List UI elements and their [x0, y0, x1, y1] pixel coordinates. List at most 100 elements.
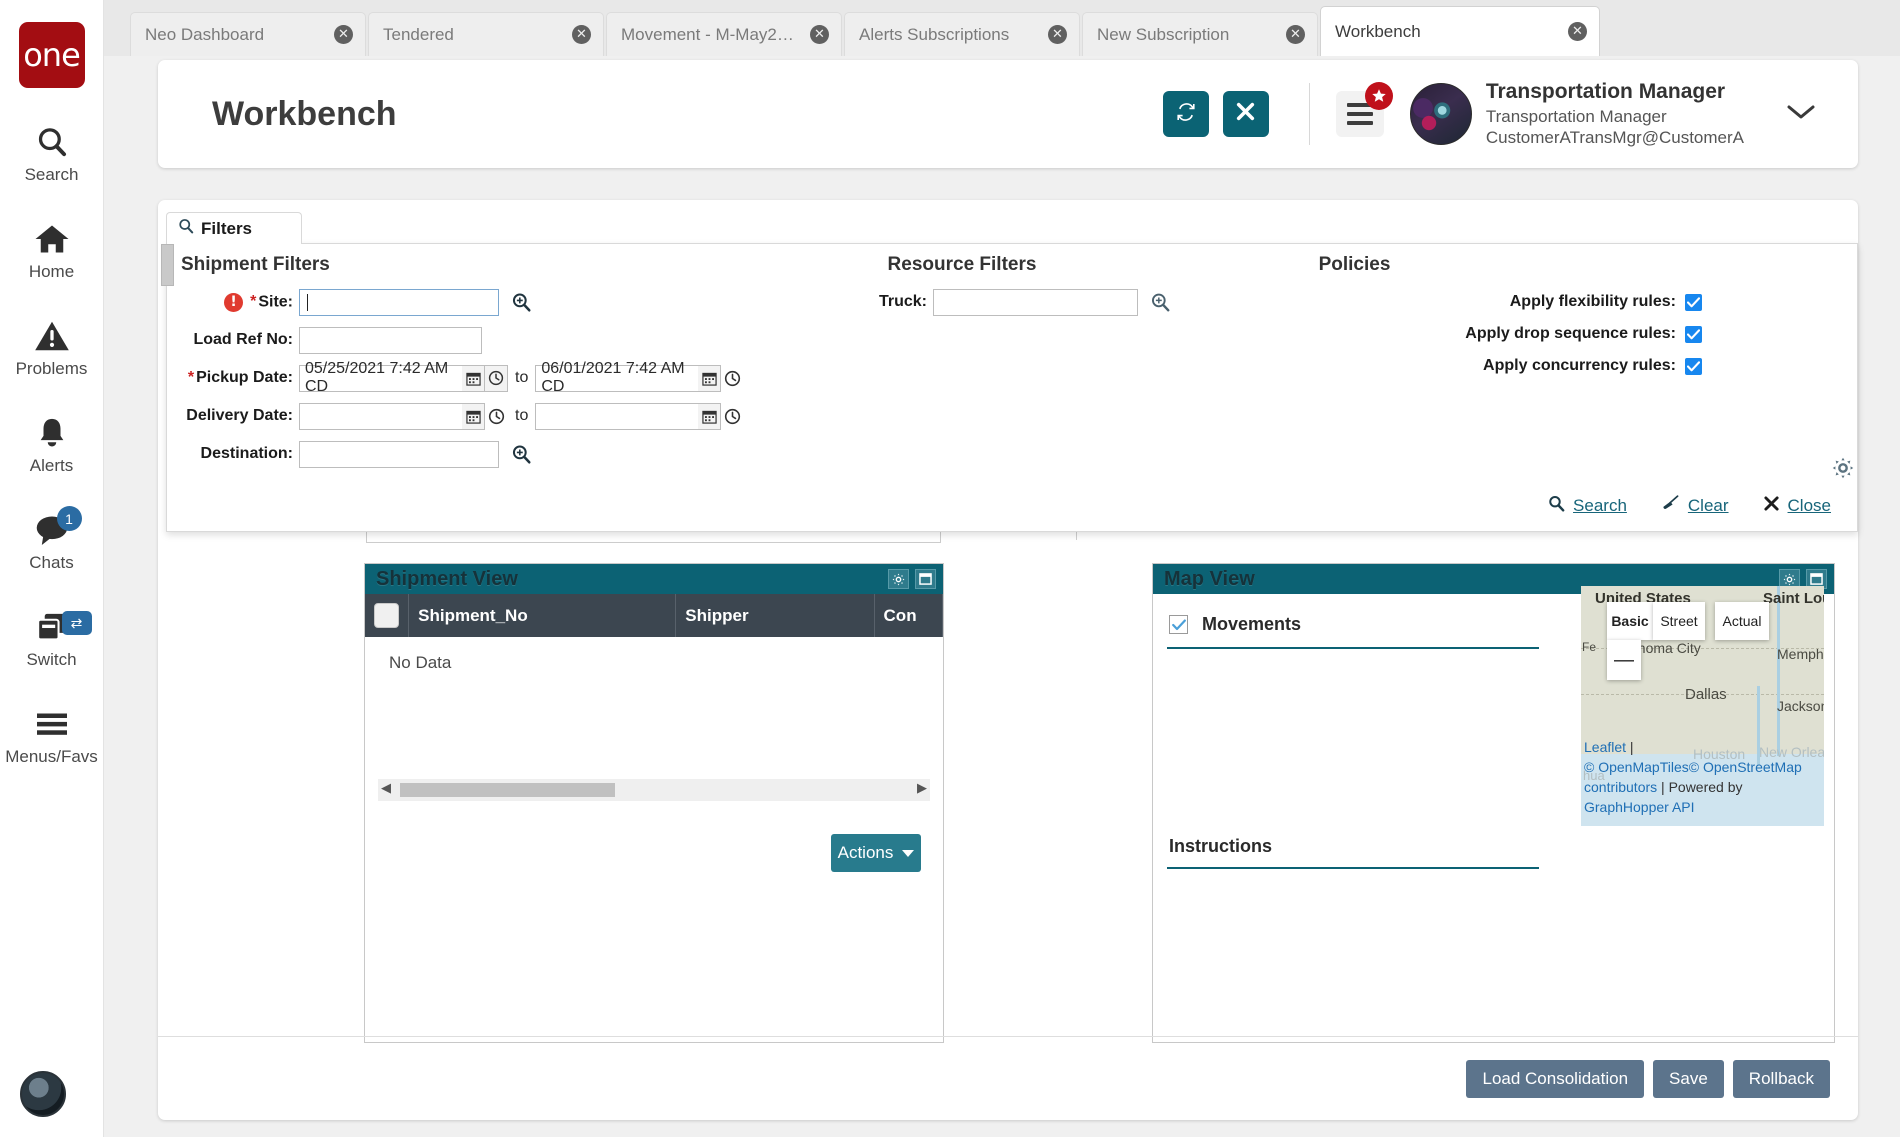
resource-filters-section: Resource Filters Truck:	[827, 254, 1217, 324]
filters-tab[interactable]: Filters	[166, 212, 302, 244]
close-page-button[interactable]	[1222, 91, 1269, 137]
gear-icon[interactable]	[888, 569, 909, 589]
calendar-icon[interactable]	[462, 364, 485, 392]
chats-badge: 1	[56, 506, 82, 531]
save-button[interactable]: Save	[1653, 1059, 1724, 1098]
map-attribution: Leaflet | © OpenMapTiles© OpenStreetMap …	[1581, 736, 1824, 826]
sidebar-item-search[interactable]: Search	[0, 122, 104, 185]
site-lookup-button[interactable]	[509, 290, 533, 314]
avatar[interactable]	[1409, 83, 1472, 145]
calendar-icon[interactable]	[462, 402, 485, 430]
user-menu-button[interactable]	[1770, 83, 1832, 145]
filter-search-link[interactable]: Search	[1548, 495, 1627, 517]
map-canvas[interactable]: United States Saint Loui Fe Oklahoma Cit…	[1581, 586, 1824, 826]
one-logo[interactable]: one	[18, 22, 85, 88]
load-ref-input[interactable]	[299, 326, 482, 354]
rollback-button[interactable]: Rollback	[1732, 1059, 1830, 1098]
left-nav-rail: one Search Home Problems Alerts 1 Chats …	[0, 0, 104, 1137]
tab-label: New Subscription	[1097, 24, 1230, 44]
filters-overlay: Filters Shipment Filters ! * Site: Load …	[161, 212, 1858, 532]
panel-settings-gear[interactable]	[1832, 457, 1854, 479]
close-icon[interactable]: ✕	[1286, 25, 1305, 44]
delivery-date-from-input[interactable]	[299, 402, 462, 430]
map-layer-street[interactable]: Street	[1653, 602, 1705, 640]
scroll-left-arrow[interactable]: ◀	[381, 781, 391, 796]
close-icon[interactable]: ✕	[572, 25, 591, 44]
map-zoom-out-button[interactable]: —	[1607, 640, 1641, 680]
tab-workbench[interactable]: Workbench ✕	[1320, 6, 1600, 56]
tab-alerts-subscriptions[interactable]: Alerts Subscriptions ✕	[844, 12, 1080, 56]
column-header-consignee[interactable]: Con	[875, 594, 943, 637]
movements-checkbox[interactable]	[1169, 615, 1188, 634]
apply-concurrency-rules-checkbox[interactable]	[1685, 357, 1702, 375]
footer-actions: Load Consolidation Save Rollback	[158, 1036, 1858, 1120]
column-header-shipper[interactable]: Shipper	[676, 594, 875, 637]
layer-label: Street	[1660, 613, 1698, 629]
rail-avatar[interactable]	[20, 1071, 66, 1117]
load-ref-row: Load Ref No:	[181, 324, 831, 356]
sidebar-item-menus-favs[interactable]: Menus/Favs	[0, 704, 104, 767]
calendar-icon[interactable]	[698, 364, 722, 392]
close-icon[interactable]: ✕	[334, 25, 353, 44]
pickup-to-label: to	[515, 369, 529, 386]
tab-tendered[interactable]: Tendered ✕	[368, 12, 604, 56]
tab-new-subscription[interactable]: New Subscription ✕	[1082, 12, 1318, 56]
shipment-view-panel: Shipment View Shipment_No Shipper Con No…	[364, 563, 944, 1043]
sidebar-item-problems[interactable]: Problems	[0, 316, 104, 379]
close-icon[interactable]: ✕	[1568, 22, 1587, 41]
required-marker: *	[187, 369, 195, 386]
required-marker: *	[250, 293, 257, 310]
star-icon	[1364, 82, 1393, 110]
truck-label: Truck:	[878, 293, 927, 310]
filters-drag-grip[interactable]	[161, 244, 174, 286]
policy-label: Apply drop sequence rules:	[1465, 325, 1676, 342]
clock-icon[interactable]	[721, 403, 744, 430]
scrollbar-thumb[interactable]	[400, 783, 615, 797]
pickup-date-to-input[interactable]: 06/01/2021 7:42 AM CD	[535, 360, 699, 395]
actions-button[interactable]: Actions	[831, 834, 921, 872]
sidebar-item-home[interactable]: Home	[0, 219, 104, 282]
layer-label: Actual	[1722, 613, 1762, 629]
close-icon[interactable]: ✕	[810, 25, 829, 44]
filters-tab-label: Filters	[201, 218, 253, 238]
clock-icon[interactable]	[485, 403, 508, 430]
clock-icon[interactable]	[485, 364, 508, 392]
map-layer-actual[interactable]: Actual	[1715, 602, 1769, 640]
refresh-button[interactable]	[1162, 91, 1209, 137]
sidebar-item-alerts[interactable]: Alerts	[0, 413, 104, 476]
close-icon[interactable]: ✕	[1048, 25, 1067, 44]
filter-close-link[interactable]: Close	[1763, 495, 1831, 517]
select-all-checkbox[interactable]	[374, 603, 400, 628]
site-input[interactable]	[299, 288, 499, 316]
load-consolidation-button[interactable]: Load Consolidation	[1466, 1059, 1645, 1098]
minimize-icon[interactable]	[915, 569, 936, 589]
switch-toggle-pill[interactable]: ⇄	[61, 611, 92, 635]
calendar-icon[interactable]	[698, 402, 722, 430]
tab-neo-dashboard[interactable]: Neo Dashboard ✕	[130, 12, 366, 56]
truck-input[interactable]	[933, 288, 1138, 316]
shipment-horizontal-scrollbar[interactable]: ◀ ▶	[378, 779, 930, 801]
header-menu-button[interactable]	[1335, 82, 1393, 137]
tab-label: Neo Dashboard	[145, 24, 265, 44]
apply-drop-sequence-rules-checkbox[interactable]	[1685, 325, 1702, 343]
movements-toggle[interactable]: Movements	[1169, 614, 1301, 635]
sidebar-item-switch[interactable]: ⇄ Switch	[0, 607, 104, 670]
column-label: Shipment_No	[418, 605, 528, 625]
delivery-date-to-input[interactable]	[535, 402, 699, 430]
truck-lookup-button[interactable]	[1148, 290, 1172, 314]
leaflet-link[interactable]: Leaflet	[1584, 739, 1626, 755]
pickup-date-from-input[interactable]: 05/25/2021 7:42 AM CD	[299, 360, 462, 395]
tab-movement[interactable]: Movement - M-May24_1_2... ✕	[606, 12, 842, 56]
map-layer-basic[interactable]: Basic	[1607, 602, 1653, 640]
openmaptiles-link[interactable]: © OpenMapTiles	[1584, 759, 1689, 775]
destination-lookup-button[interactable]	[509, 442, 533, 466]
apply-flexibility-rules-checkbox[interactable]	[1685, 293, 1702, 311]
graphhopper-link[interactable]: GraphHopper API	[1584, 799, 1695, 815]
map-river	[1777, 586, 1780, 756]
column-header-shipment-no[interactable]: Shipment_No	[409, 594, 677, 637]
sidebar-item-chats[interactable]: 1 Chats	[0, 506, 104, 573]
destination-input[interactable]	[299, 440, 499, 468]
filter-clear-link[interactable]: Clear	[1661, 495, 1729, 517]
clock-icon[interactable]	[721, 365, 744, 392]
scroll-right-arrow[interactable]: ▶	[917, 781, 927, 796]
